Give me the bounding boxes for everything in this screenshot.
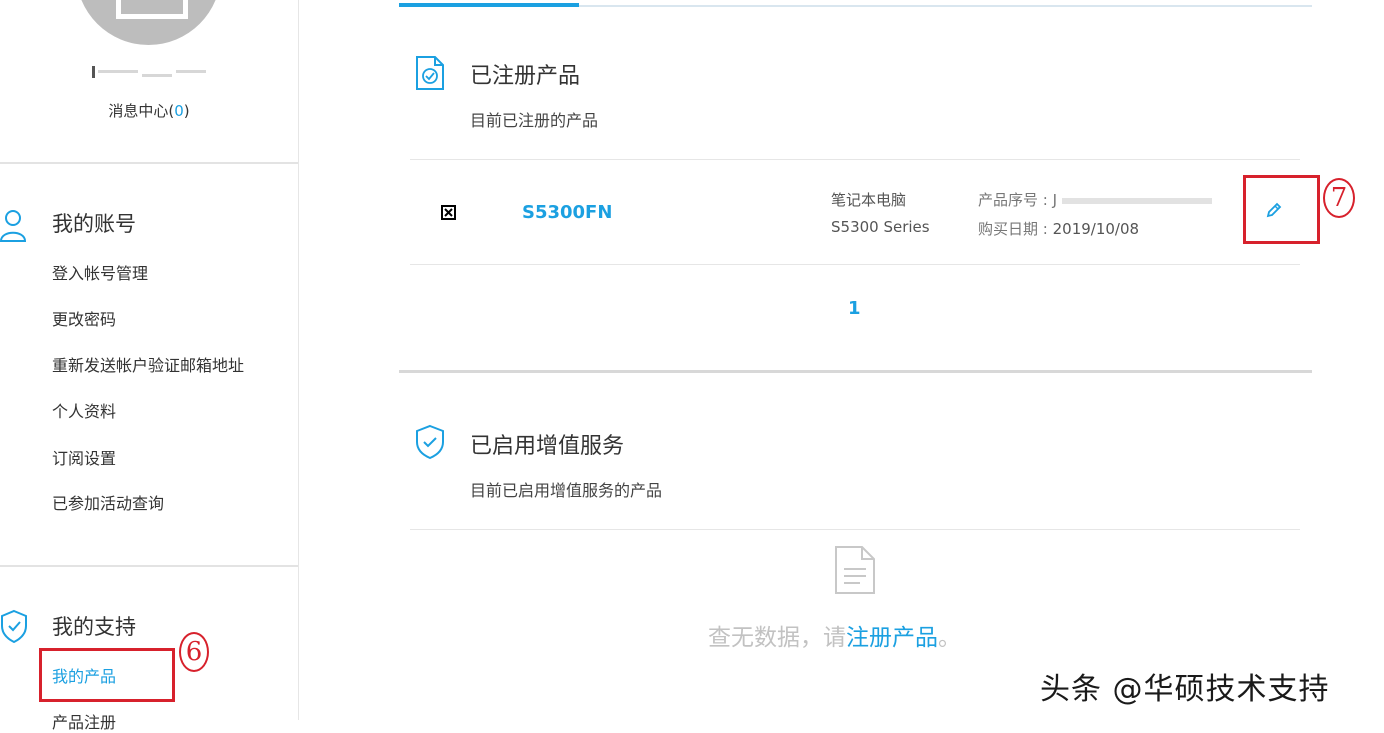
annotation-box-my-products [39, 648, 175, 702]
pagination-page-1[interactable]: 1 [848, 298, 861, 319]
serial-label: 产品序号 : [978, 191, 1048, 209]
divider [410, 529, 1300, 530]
my-support-title: 我的支持 [52, 615, 136, 639]
sidebar-item-subscription[interactable]: 订阅设置 [52, 445, 116, 469]
sidebar-divider [0, 162, 298, 164]
watermark: 头条 @华硕技术支持 [1040, 672, 1330, 707]
service-shield-icon [416, 424, 444, 460]
registered-document-icon [416, 56, 444, 90]
shield-icon [1, 609, 27, 643]
sidebar-item-resend-verification[interactable]: 重新发送帐户验证邮箱地址 [52, 352, 244, 376]
registered-products-title: 已注册产品 [470, 64, 581, 89]
register-product-link[interactable]: 注册产品 [846, 625, 938, 651]
message-center-label: 消息中心( [108, 102, 175, 120]
purchase-date-label: 购买日期 : [978, 220, 1048, 238]
message-center-link[interactable]: 消息中心(0) [0, 100, 298, 121]
empty-text-end: 。 [938, 625, 961, 651]
registered-products-subtitle: 目前已注册的产品 [470, 111, 599, 130]
divider [410, 264, 1300, 265]
empty-state-message: 查无数据，请注册产品。 [708, 618, 961, 652]
empty-text: 查无数据，请 [708, 625, 846, 651]
annotation-box-edit [1243, 175, 1320, 244]
broken-image-icon [441, 205, 456, 220]
sidebar-item-product-registration[interactable]: 产品注册 [52, 709, 116, 733]
section-divider [399, 370, 1312, 373]
purchase-date-value: 2019/10/08 [1052, 220, 1140, 238]
product-name-link[interactable]: S5300FN [522, 202, 612, 223]
my-account-section: 我的账号 [0, 208, 298, 242]
my-support-section: 我的支持 [0, 609, 298, 643]
sidebar-item-login-account[interactable]: 登入帐号管理 [52, 260, 148, 284]
user-icon [0, 210, 27, 242]
avatar-placeholder-icon [116, 0, 188, 19]
sidebar: 消息中心(0) 我的账号 登入帐号管理 更改密码 重新发送帐户验证邮箱地址 个人… [0, 0, 299, 732]
sidebar-item-activities[interactable]: 已参加活动查询 [52, 490, 164, 514]
product-series: S5300 Series [831, 218, 930, 236]
username-redacted [92, 64, 207, 80]
avatar[interactable] [76, 0, 221, 45]
annotation-step-7: 7 [1323, 178, 1355, 218]
progress-fill [399, 3, 579, 7]
sidebar-item-change-password[interactable]: 更改密码 [52, 306, 116, 330]
message-center-suffix: ) [183, 102, 190, 120]
message-count: 0 [174, 102, 184, 120]
sidebar-divider [0, 565, 298, 567]
serial-value: J [1052, 191, 1058, 209]
serial-redaction [1061, 197, 1212, 204]
services-subtitle: 目前已启用增值服务的产品 [470, 481, 663, 500]
empty-document-icon [835, 546, 875, 594]
sidebar-item-profile[interactable]: 个人资料 [52, 398, 116, 422]
services-title: 已启用增值服务 [470, 434, 625, 459]
serial-number: 产品序号 : J [978, 189, 1212, 210]
product-category: 笔记本电脑 [831, 191, 907, 209]
annotation-step-6: 6 [179, 632, 209, 672]
my-account-title: 我的账号 [52, 212, 136, 236]
purchase-date: 购买日期 : 2019/10/08 [978, 218, 1139, 239]
